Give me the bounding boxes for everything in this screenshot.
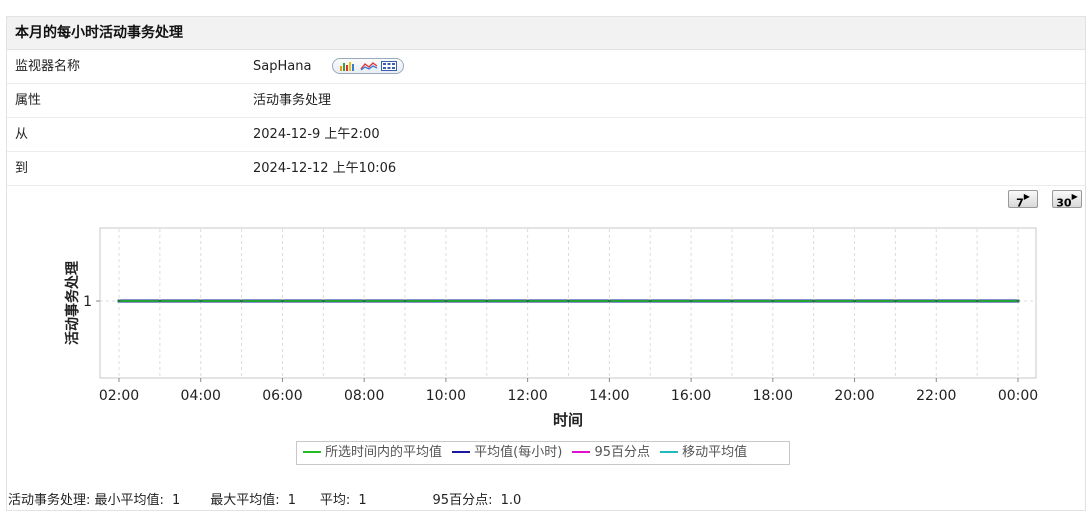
x-tick-label: 10:00 — [426, 388, 466, 404]
data-point — [853, 299, 857, 303]
data-point — [607, 299, 611, 303]
legend-swatch — [572, 450, 591, 453]
min-avg-value: 1 — [172, 493, 181, 508]
chart-legend: 所选时间内的平均值 平均值(每小时) 95百分点 移动平均值 — [296, 441, 790, 465]
avg-label: 平均: — [319, 493, 351, 508]
data-point — [158, 299, 162, 303]
data-point — [730, 299, 734, 303]
data-point — [526, 299, 530, 303]
x-tick-label: 08:00 — [344, 388, 384, 404]
data-point — [567, 299, 570, 303]
legend-swatch — [660, 450, 679, 453]
data-point — [280, 299, 284, 303]
max-avg-label: 最大平均值: — [210, 493, 280, 508]
data-point — [403, 299, 407, 303]
y-axis: 1 — [83, 294, 100, 310]
legend-label: 平均值(每小时) — [474, 445, 563, 460]
data-point — [444, 299, 448, 303]
data-point — [117, 299, 121, 303]
series-layer — [117, 299, 1020, 303]
data-point — [199, 299, 203, 303]
legend-label: 所选时间内的平均值 — [325, 445, 443, 460]
data-point — [648, 299, 652, 303]
legend-label: 移动平均值 — [682, 445, 748, 460]
data-point — [771, 299, 775, 303]
p95-value: 1.0 — [500, 493, 522, 508]
data-point — [321, 299, 325, 303]
x-tick-label: 22:00 — [916, 388, 956, 404]
x-tick-label: 20:00 — [834, 388, 874, 404]
x-tick-label: 18:00 — [753, 388, 793, 404]
data-point — [934, 299, 938, 303]
legend-item-moving-avg: 移动平均值 — [660, 442, 747, 464]
y-axis-label: 活动事务处理 — [64, 261, 81, 345]
min-avg-label: 活动事务处理: 最小平均值: — [8, 493, 164, 508]
x-tick-label: 00:00 — [998, 388, 1038, 404]
x-tick-label: 16:00 — [671, 388, 711, 404]
data-point — [1016, 299, 1020, 303]
data-point — [240, 299, 244, 303]
data-point — [893, 299, 897, 303]
data-point — [975, 299, 979, 303]
data-point — [689, 299, 693, 303]
legend-label: 95百分点 — [594, 445, 650, 460]
x-axis: 02:00 04:00 06:00 08:00 10:00 12:00 14:00 16:00… — [99, 378, 1038, 404]
legend-item-hourly-avg: 平均值(每小时) — [452, 442, 562, 464]
y-tick-label: 1 — [83, 294, 92, 310]
x-axis-label: 时间 — [553, 411, 583, 429]
legend-item-95th: 95百分点 — [572, 442, 650, 464]
x-tick-label: 14:00 — [589, 388, 629, 404]
data-point — [812, 299, 816, 303]
p95-label: 95百分点: — [432, 493, 493, 508]
summary-stats: 活动事务处理: 最小平均值: 1 最大平均值: 1 平均: 1 95百分点: 1… — [8, 489, 521, 508]
data-point — [485, 299, 489, 303]
x-tick-label: 04:00 — [181, 388, 221, 404]
x-tick-label: 02:00 — [99, 388, 139, 404]
x-tick-label: 12:00 — [507, 388, 547, 404]
legend-swatch — [452, 450, 471, 453]
max-avg-value: 1 — [287, 493, 296, 508]
legend-item-selected-avg: 所选时间内的平均值 — [303, 442, 442, 464]
x-tick-label: 06:00 — [262, 388, 302, 404]
data-point — [362, 299, 366, 303]
avg-value: 1 — [358, 493, 367, 508]
legend-swatch — [303, 450, 321, 453]
